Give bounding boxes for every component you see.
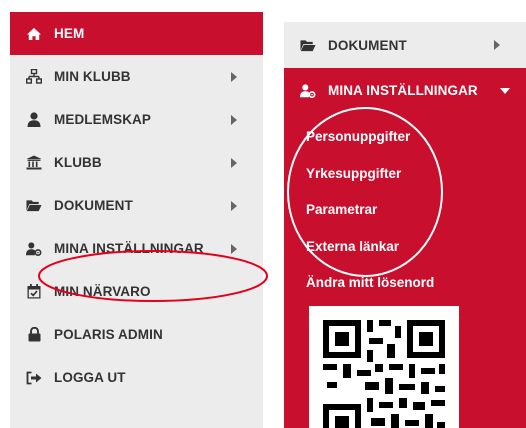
menu-item-label: HEM <box>54 26 85 41</box>
submenu-item-externa-lankar[interactable]: Externa länkar <box>284 229 526 266</box>
caret-down-icon <box>500 87 510 94</box>
lock-icon <box>26 327 42 343</box>
institution-icon <box>26 155 42 171</box>
qr-section <box>284 294 526 428</box>
menu-item-klubb[interactable]: KLUBB <box>10 141 263 184</box>
user-cog-icon <box>300 83 316 99</box>
menu-item-label: DOKUMENT <box>328 37 407 53</box>
menu-item-label: POLARIS ADMIN <box>54 327 163 342</box>
menu-item-mina-installningar[interactable]: MINA INSTÄLLNINGAR <box>10 227 263 270</box>
menu-item-label: LOGGA UT <box>54 370 126 385</box>
folder-open-icon <box>26 198 42 214</box>
right-navigation-menu: DOKUMENT MINA INSTÄLLNINGAR Personuppgif… <box>284 22 526 428</box>
sitemap-icon <box>26 69 42 85</box>
caret-right-icon <box>231 243 237 254</box>
menu-item-label: MIN KLUBB <box>54 69 131 84</box>
user-cog-icon <box>26 241 42 257</box>
home-icon <box>26 26 42 42</box>
menu-item-label: DOKUMENT <box>54 198 133 213</box>
submenu-item-parametrar[interactable]: Parametrar <box>284 192 526 229</box>
menu-item-label: MINA INSTÄLLNINGAR <box>328 83 478 98</box>
left-navigation-menu: HEM MIN KLUBB MEDLEMSKAP KLUBB DOKUMENT <box>10 12 263 428</box>
caret-right-icon <box>231 200 237 211</box>
menu-item-min-narvaro[interactable]: MIN NÄRVARO <box>10 270 263 313</box>
menu-item-min-klubb[interactable]: MIN KLUBB <box>10 55 263 98</box>
user-icon <box>26 112 42 128</box>
settings-submenu: Personuppgifter Yrkesuppgifter Parametra… <box>284 113 526 310</box>
menu-item-label: MEDLEMSKAP <box>54 112 152 127</box>
menu-item-label: MINA INSTÄLLNINGAR <box>54 241 204 256</box>
sign-out-icon <box>26 370 42 386</box>
menu-item-medlemskap[interactable]: MEDLEMSKAP <box>10 98 263 141</box>
qr-code <box>309 306 459 428</box>
folder-open-icon <box>300 37 316 53</box>
caret-right-icon <box>231 114 237 125</box>
menu-item-mina-installningar-expanded[interactable]: MINA INSTÄLLNINGAR <box>284 68 526 113</box>
menu-item-label: MIN NÄRVARO <box>54 284 151 299</box>
menu-item-dokument[interactable]: DOKUMENT <box>10 184 263 227</box>
caret-right-icon <box>231 71 237 82</box>
menu-item-logga-ut[interactable]: LOGGA UT <box>10 356 263 399</box>
menu-item-polaris-admin[interactable]: POLARIS ADMIN <box>10 313 263 356</box>
menu-item-dokument[interactable]: DOKUMENT <box>284 22 526 68</box>
menu-item-hem[interactable]: HEM <box>10 12 263 55</box>
menu-item-label: KLUBB <box>54 155 102 170</box>
calendar-check-icon <box>26 284 42 300</box>
caret-right-icon <box>231 157 237 168</box>
submenu-item-personuppgifter[interactable]: Personuppgifter <box>284 119 526 156</box>
submenu-item-yrkesuppgifter[interactable]: Yrkesuppgifter <box>284 156 526 193</box>
caret-right-icon <box>494 40 500 50</box>
